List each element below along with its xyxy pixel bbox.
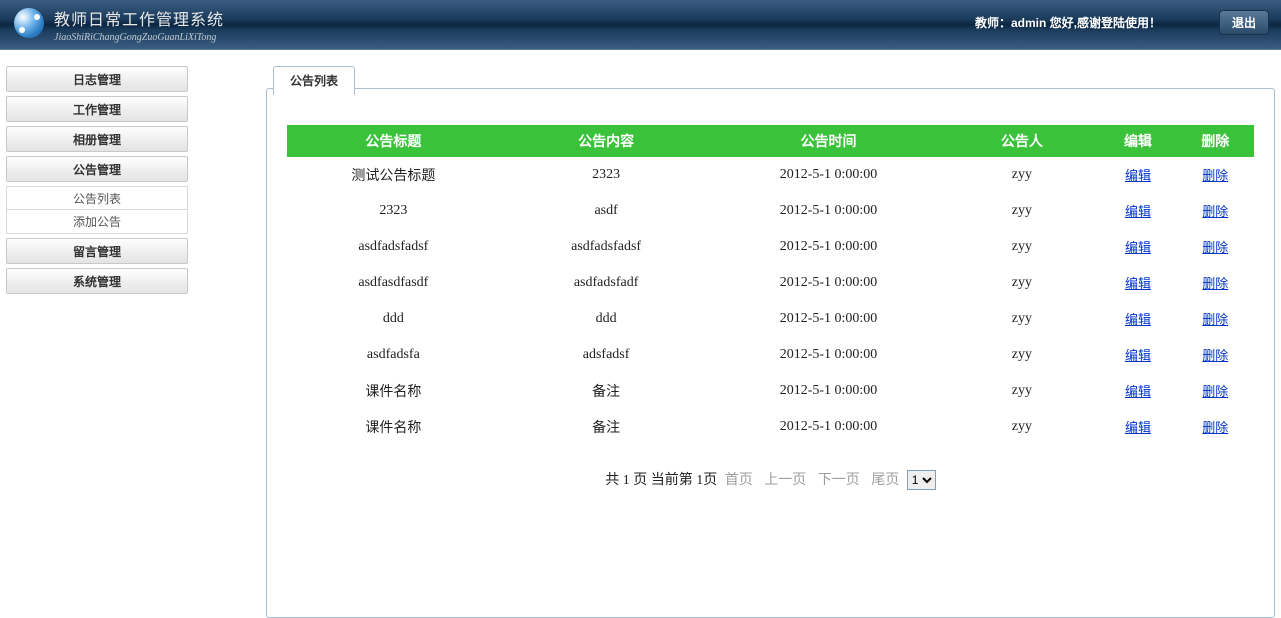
table-row: 课件名称备注2012-5-1 0:00:00zyy 编辑 删除 <box>287 373 1254 409</box>
sidebar-sub-announce-list[interactable]: 公告列表 <box>6 186 188 210</box>
pager: 共 1 页 当前第 1页 首页 上一页 下一页 尾页 1 <box>287 469 1254 490</box>
cell-content: 备注 <box>500 373 713 409</box>
pager-next: 下一页 <box>818 473 860 488</box>
cell-content: asdfadsfadsf <box>500 229 713 265</box>
table-row: asdfadsfaadsfadsf2012-5-1 0:00:00zyy 编辑 删除 <box>287 337 1254 373</box>
pager-total: 共 1 页 当前第 1页 <box>605 473 717 488</box>
table-row: 课件名称备注2012-5-1 0:00:00zyy 编辑 删除 <box>287 409 1254 445</box>
cell-time: 2012-5-1 0:00:00 <box>712 157 944 193</box>
cell-title: 2323 <box>287 193 500 229</box>
sidebar-sub-announce-add[interactable]: 添加公告 <box>6 210 188 234</box>
share-icon <box>14 8 44 38</box>
delete-link[interactable]: 删除 <box>1202 276 1228 291</box>
announce-table: 公告标题 公告内容 公告时间 公告人 编辑 删除 测试公告标题23232012-… <box>287 125 1254 445</box>
cell-content: asdfadsfadf <box>500 265 713 301</box>
cell-content: 备注 <box>500 409 713 445</box>
cell-title: 测试公告标题 <box>287 157 500 193</box>
delete-link[interactable]: 删除 <box>1202 420 1228 435</box>
col-time: 公告时间 <box>712 125 944 157</box>
main-area: 公告列表 公告标题 公告内容 公告时间 公告人 编辑 删除 测试公告标 <box>188 66 1281 618</box>
col-content: 公告内容 <box>500 125 713 157</box>
edit-link[interactable]: 编辑 <box>1125 312 1151 327</box>
app-title: 教师日常工作管理系统 <box>54 6 224 30</box>
title-block: 教师日常工作管理系统 JiaoShiRiChangGongZuoGuanLiXi… <box>54 6 224 43</box>
edit-link[interactable]: 编辑 <box>1125 204 1151 219</box>
pager-prev: 上一页 <box>764 473 806 488</box>
delete-link[interactable]: 删除 <box>1202 168 1228 183</box>
table-row: 2323asdf2012-5-1 0:00:00zyy 编辑 删除 <box>287 193 1254 229</box>
app-subtitle: JiaoShiRiChangGongZuoGuanLiXiTong <box>54 32 224 43</box>
cell-title: 课件名称 <box>287 409 500 445</box>
cell-author: zyy <box>945 193 1100 229</box>
tab-announce-list[interactable]: 公告列表 <box>273 66 355 95</box>
cell-content: adsfadsf <box>500 337 713 373</box>
cell-time: 2012-5-1 0:00:00 <box>712 373 944 409</box>
table-row: 测试公告标题23232012-5-1 0:00:00zyy 编辑 删除 <box>287 157 1254 193</box>
welcome-prefix: 教师： <box>975 16 1011 30</box>
cell-author: zyy <box>945 157 1100 193</box>
sidebar-item-log[interactable]: 日志管理 <box>6 66 188 92</box>
table-row: dddddd2012-5-1 0:00:00zyy编辑删除 <box>287 301 1254 337</box>
welcome-text: 教师：admin 您好,感谢登陆使用！ <box>975 14 1161 31</box>
pager-first: 首页 <box>725 473 753 488</box>
app-header: 教师日常工作管理系统 JiaoShiRiChangGongZuoGuanLiXi… <box>0 0 1281 50</box>
cell-time: 2012-5-1 0:00:00 <box>712 301 944 337</box>
cell-title: ddd <box>287 301 500 337</box>
cell-time: 2012-5-1 0:00:00 <box>712 409 944 445</box>
table-row: asdfasdfasdfasdfadsfadf2012-5-1 0:00:00z… <box>287 265 1254 301</box>
cell-title: 课件名称 <box>287 373 500 409</box>
edit-link[interactable]: 编辑 <box>1125 240 1151 255</box>
cell-content: 2323 <box>500 157 713 193</box>
delete-link[interactable]: 删除 <box>1202 240 1228 255</box>
edit-link[interactable]: 编辑 <box>1125 348 1151 363</box>
sidebar-item-announce[interactable]: 公告管理 <box>6 156 188 182</box>
cell-author: zyy <box>945 409 1100 445</box>
logout-button[interactable]: 退出 <box>1219 10 1269 35</box>
welcome-suffix: 您好,感谢登陆使用！ <box>1050 16 1161 30</box>
col-title: 公告标题 <box>287 125 500 157</box>
cell-time: 2012-5-1 0:00:00 <box>712 193 944 229</box>
sidebar-item-message[interactable]: 留言管理 <box>6 238 188 264</box>
table-row: asdfadsfadsfasdfadsfadsf2012-5-1 0:00:00… <box>287 229 1254 265</box>
col-edit: 编辑 <box>1099 125 1176 157</box>
cell-time: 2012-5-1 0:00:00 <box>712 265 944 301</box>
delete-link[interactable]: 删除 <box>1202 384 1228 399</box>
cell-title: asdfasdfasdf <box>287 265 500 301</box>
delete-link[interactable]: 删除 <box>1202 312 1228 327</box>
welcome-user: admin <box>1011 16 1046 30</box>
cell-author: zyy <box>945 229 1100 265</box>
content-panel: 公告列表 公告标题 公告内容 公告时间 公告人 编辑 删除 测试公告标 <box>266 88 1275 618</box>
cell-author: zyy <box>945 265 1100 301</box>
sidebar-item-system[interactable]: 系统管理 <box>6 268 188 294</box>
cell-author: zyy <box>945 301 1100 337</box>
cell-content: ddd <box>500 301 713 337</box>
sidebar-item-album[interactable]: 相册管理 <box>6 126 188 152</box>
delete-link[interactable]: 删除 <box>1202 204 1228 219</box>
logo-area: 教师日常工作管理系统 JiaoShiRiChangGongZuoGuanLiXi… <box>0 6 224 43</box>
pager-select[interactable]: 1 <box>907 470 936 490</box>
col-author: 公告人 <box>945 125 1100 157</box>
cell-title: asdfadsfa <box>287 337 500 373</box>
table-header-row: 公告标题 公告内容 公告时间 公告人 编辑 删除 <box>287 125 1254 157</box>
sidebar: 日志管理 工作管理 相册管理 公告管理 公告列表 添加公告 留言管理 系统管理 <box>0 66 188 618</box>
sidebar-item-work[interactable]: 工作管理 <box>6 96 188 122</box>
edit-link[interactable]: 编辑 <box>1125 276 1151 291</box>
delete-link[interactable]: 删除 <box>1202 348 1228 363</box>
cell-author: zyy <box>945 373 1100 409</box>
cell-time: 2012-5-1 0:00:00 <box>712 337 944 373</box>
cell-title: asdfadsfadsf <box>287 229 500 265</box>
cell-content: asdf <box>500 193 713 229</box>
edit-link[interactable]: 编辑 <box>1125 384 1151 399</box>
pager-last: 尾页 <box>871 473 899 488</box>
col-delete: 删除 <box>1177 125 1254 157</box>
cell-author: zyy <box>945 337 1100 373</box>
edit-link[interactable]: 编辑 <box>1125 168 1151 183</box>
cell-time: 2012-5-1 0:00:00 <box>712 229 944 265</box>
edit-link[interactable]: 编辑 <box>1125 420 1151 435</box>
